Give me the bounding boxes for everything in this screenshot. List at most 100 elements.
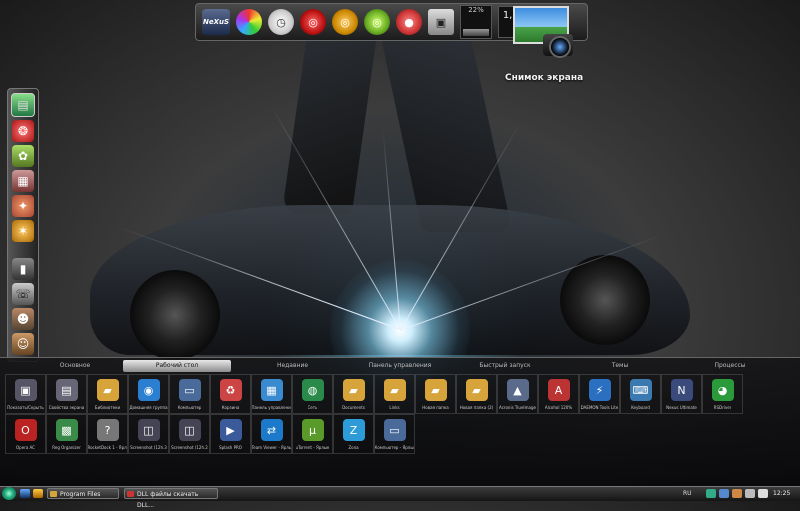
screenshot-widget[interactable]	[513, 6, 573, 58]
shortcut-label: Acronis TrueImage	[499, 405, 536, 410]
shortcut-item[interactable]: ▰ Новая папка	[415, 374, 456, 414]
green-disc-icon[interactable]: ◎	[364, 9, 390, 35]
screenshot-icon: ◫	[137, 419, 160, 441]
tab-control-panel[interactable]: Панель управления	[340, 360, 460, 372]
camera-lens-icon	[549, 36, 571, 58]
network-icon[interactable]	[745, 489, 755, 498]
acronis-icon: ▲	[506, 379, 529, 401]
shortcut-item[interactable]: O Opera AC	[5, 414, 46, 454]
phone-icon[interactable]: ☏	[12, 283, 34, 305]
display-icon: ▣	[14, 379, 37, 401]
nexus-icon: N	[670, 379, 693, 401]
tab-quick-launch[interactable]: Быстрый запуск	[465, 360, 545, 372]
tab-processes[interactable]: Процессы	[700, 360, 760, 372]
shortcut-item[interactable]: Z Zona	[333, 414, 374, 454]
shortcut-label: Компьютер - Ярлык	[374, 445, 415, 450]
shortcut-item[interactable]: ▰ Новая папка (2)	[456, 374, 497, 414]
tray-icon[interactable]	[706, 489, 716, 498]
shortcut-item[interactable]: ? RocketDock 1 - Ярлык	[87, 414, 128, 454]
color-wheel-icon[interactable]	[236, 9, 262, 35]
image-viewer-icon[interactable]: ▣	[428, 9, 454, 35]
landscape-icon[interactable]: ▤	[11, 93, 35, 117]
red-swirl-icon[interactable]: ❂	[12, 120, 34, 142]
shortcut-item[interactable]: ⇄ Team Viewer - Ярлык	[251, 414, 292, 454]
gift-icon[interactable]: ✿	[12, 145, 34, 167]
taskbar-item-program-files[interactable]: Program Files	[47, 488, 119, 499]
shortcut-item[interactable]: ◉ Домашняя группа	[128, 374, 169, 414]
folder-icon: ▰	[424, 379, 447, 401]
tab-themes[interactable]: Темы	[590, 360, 650, 372]
separator	[12, 245, 34, 255]
car-door-left	[281, 25, 379, 215]
shortcut-label: uTorrent - Ярлык	[295, 445, 330, 450]
shortcut-item[interactable]: µ uTorrent - Ярлык	[292, 414, 333, 454]
cpu-percent: 22%	[468, 6, 484, 14]
start-button[interactable]	[2, 487, 16, 500]
tab-basic[interactable]: Основное	[30, 360, 120, 372]
taskbar-item-browser[interactable]: DLL файлы скачать DLL...	[124, 488, 218, 509]
tab-recent[interactable]: Недавние	[245, 360, 340, 372]
homegroup-icon: ◉	[137, 379, 160, 401]
character-icon[interactable]: ☻	[12, 308, 34, 330]
clock-icon[interactable]: ◷	[268, 9, 294, 35]
shortcut-item[interactable]: ▲ Acronis TrueImage	[497, 374, 538, 414]
nexus-icon[interactable]: NeXuS	[202, 9, 230, 35]
recycle-bin-icon: ♻	[219, 379, 242, 401]
shortcut-item[interactable]: ▭ Компьютер - Ярлык	[374, 414, 415, 454]
chrome-icon: ◕	[711, 379, 734, 401]
desktop-panel: Основное Рабочий стол Недавние Панель уп…	[0, 357, 800, 487]
shortcut-item[interactable]: ⌨ Keyboard	[620, 374, 661, 414]
screen-properties-icon: ▤	[55, 379, 78, 401]
volume-icon[interactable]	[758, 489, 768, 498]
shortcut-item[interactable]: ▭ Компьютер	[169, 374, 210, 414]
language-indicator[interactable]: RU	[683, 488, 692, 499]
folder-icon: ▰	[465, 379, 488, 401]
shortcut-item[interactable]: ◫ Screenshot (12h.2	[169, 414, 210, 454]
shortcut-item[interactable]: ▩ Reg Organizer	[46, 414, 87, 454]
cartoon-icon[interactable]: ✶	[12, 220, 34, 242]
shortcut-label: Alcohol 120%	[544, 405, 573, 410]
folder-icon	[50, 491, 57, 497]
shortcut-label: Показать/Скрыть	[7, 405, 44, 410]
shortcut-item[interactable]: ⚡ DAEMON Tools Lite	[579, 374, 620, 414]
orange-disc-icon[interactable]: ◎	[332, 9, 358, 35]
explorer-icon[interactable]	[33, 489, 43, 498]
character-icon[interactable]: ☺	[12, 333, 34, 355]
shortcut-label: Nexus Ultimate	[666, 405, 697, 410]
toolbox-icon[interactable]: ▦	[12, 170, 34, 192]
taskbar: Program Files DLL файлы скачать DLL... R…	[0, 486, 800, 509]
shortcut-label: Links	[389, 405, 400, 410]
device-icon[interactable]: ▮	[12, 258, 34, 280]
shortcut-item[interactable]: ▤ Свойства экрана	[46, 374, 87, 414]
shortcut-item[interactable]: ▰ Documents	[333, 374, 374, 414]
shortcut-item[interactable]: ◫ Screenshot (12h.3	[128, 414, 169, 454]
folder-icon: ▰	[342, 379, 365, 401]
shortcut-label: Свойства экрана	[48, 405, 85, 410]
ie-icon[interactable]	[20, 489, 30, 498]
cpu-meter: 22%	[460, 5, 492, 39]
car-wheel	[560, 255, 650, 345]
shortcut-item[interactable]: ▶ Splash PRO	[210, 414, 251, 454]
red-disc-icon[interactable]: ◎	[300, 9, 326, 35]
shortcut-item[interactable]: ◍ Сеть	[292, 374, 333, 414]
shortcut-grid: ▣ Показать/Скрыть ▤ Свойства экрана ▰ Библиот…	[5, 374, 750, 454]
shortcut-label: Компьютер	[177, 405, 202, 410]
shortcut-item[interactable]: ▣ Показать/Скрыть	[5, 374, 46, 414]
shortcut-label: Documents	[342, 405, 365, 410]
fox-icon[interactable]: ✦	[12, 195, 34, 217]
shortcut-item[interactable]: ▦ Панель управления	[251, 374, 292, 414]
shortcut-item[interactable]: A Alcohol 120%	[538, 374, 579, 414]
shortcut-item[interactable]: ▰ Links	[374, 374, 415, 414]
taskbar-item-label: DLL файлы скачать DLL...	[137, 491, 199, 509]
red-toy-icon[interactable]: ●	[396, 9, 422, 35]
tab-desktop[interactable]: Рабочий стол	[123, 360, 231, 372]
shortcut-item[interactable]: ♻ Корзина	[210, 374, 251, 414]
shortcut-label: Панель управления	[251, 405, 292, 410]
tray-icon[interactable]	[732, 489, 742, 498]
clock[interactable]: 12:25	[773, 488, 790, 499]
shortcut-label: Библиотеки	[94, 405, 121, 410]
shortcut-item[interactable]: ◕ RSDriver	[702, 374, 743, 414]
shortcut-item[interactable]: N Nexus Ultimate	[661, 374, 702, 414]
tray-icon[interactable]	[719, 489, 729, 498]
shortcut-item[interactable]: ▰ Библиотеки	[87, 374, 128, 414]
